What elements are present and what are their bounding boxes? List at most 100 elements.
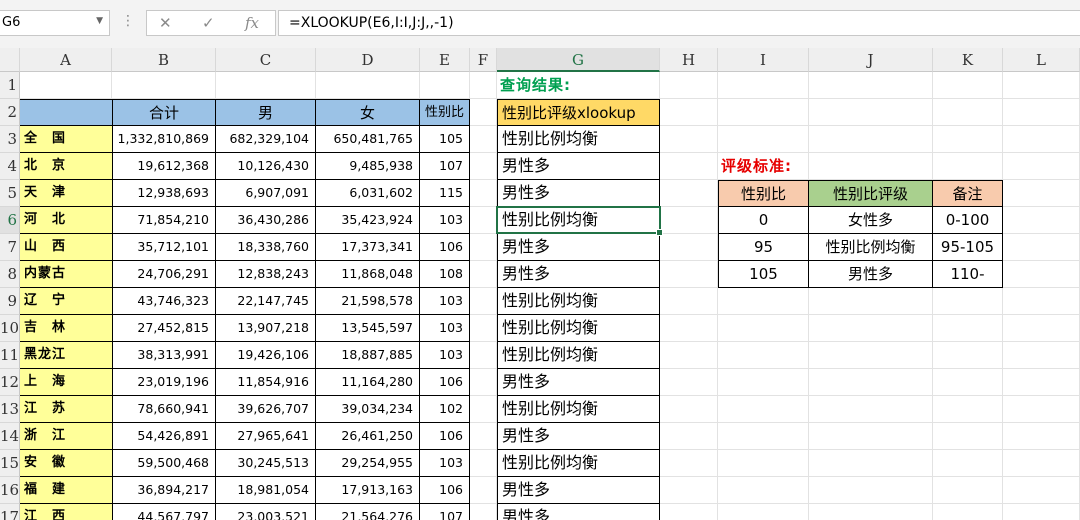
criteria-cell[interactable]: 110- xyxy=(933,261,1003,288)
criteria-header[interactable]: 备注 xyxy=(933,180,1003,207)
query-result-value[interactable]: 男性多 xyxy=(497,477,660,504)
fx-icon[interactable]: fx xyxy=(245,14,259,32)
header-province[interactable] xyxy=(20,99,113,126)
province-name[interactable]: 北 京 xyxy=(20,153,113,180)
female-value[interactable]: 26,461,250 xyxy=(316,423,420,450)
chevron-down-icon[interactable]: ▼ xyxy=(96,16,103,26)
row-header-11[interactable]: 11 xyxy=(0,342,20,369)
total-value[interactable]: 38,313,991 xyxy=(112,342,216,369)
female-value[interactable]: 13,545,597 xyxy=(316,315,420,342)
criteria-header[interactable]: 性别比 xyxy=(718,180,809,207)
province-name[interactable]: 上 海 xyxy=(20,369,113,396)
column-header-a[interactable]: A xyxy=(20,48,112,72)
total-value[interactable]: 43,746,323 xyxy=(112,288,216,315)
ratio-value[interactable]: 107 xyxy=(420,504,470,520)
column-header-c[interactable]: C xyxy=(216,48,316,72)
query-result-value[interactable]: 性别比例均衡 xyxy=(497,288,660,315)
ratio-value[interactable]: 106 xyxy=(420,423,470,450)
female-value[interactable]: 6,031,602 xyxy=(316,180,420,207)
criteria-cell[interactable]: 0 xyxy=(718,207,809,234)
province-name[interactable]: 黑龙江 xyxy=(20,342,113,369)
row-header-10[interactable]: 10 xyxy=(0,315,20,342)
criteria-cell[interactable]: 女性多 xyxy=(809,207,933,234)
male-value[interactable]: 22,147,745 xyxy=(216,288,316,315)
total-value[interactable]: 71,854,210 xyxy=(112,207,216,234)
column-header-h[interactable]: H xyxy=(660,48,718,72)
total-value[interactable]: 19,612,368 xyxy=(112,153,216,180)
total-value[interactable]: 78,660,941 xyxy=(112,396,216,423)
ratio-value[interactable]: 106 xyxy=(420,234,470,261)
male-value[interactable]: 18,338,760 xyxy=(216,234,316,261)
male-value[interactable]: 6,907,091 xyxy=(216,180,316,207)
header-ratio[interactable]: 性别比 xyxy=(420,99,470,126)
column-header-i[interactable]: I xyxy=(718,48,809,72)
query-result-value[interactable]: 男性多 xyxy=(497,504,660,520)
column-header-b[interactable]: B xyxy=(112,48,216,72)
query-result-value[interactable]: 性别比例均衡 xyxy=(497,315,660,342)
cancel-icon[interactable]: ✕ xyxy=(159,14,172,32)
row-header-4[interactable]: 4 xyxy=(0,153,20,180)
province-name[interactable]: 河 北 xyxy=(20,207,113,234)
province-name[interactable]: 江 苏 xyxy=(20,396,113,423)
female-value[interactable]: 29,254,955 xyxy=(316,450,420,477)
female-value[interactable]: 35,423,924 xyxy=(316,207,420,234)
criteria-cell[interactable]: 105 xyxy=(718,261,809,288)
criteria-cell[interactable]: 0-100 xyxy=(933,207,1003,234)
female-value[interactable]: 21,564,276 xyxy=(316,504,420,520)
ratio-value[interactable]: 103 xyxy=(420,315,470,342)
total-value[interactable]: 1,332,810,869 xyxy=(112,126,216,153)
male-value[interactable]: 19,426,106 xyxy=(216,342,316,369)
total-value[interactable]: 27,452,815 xyxy=(112,315,216,342)
ratio-value[interactable]: 108 xyxy=(420,261,470,288)
query-result-value[interactable]: 男性多 xyxy=(497,261,660,288)
query-result-value[interactable]: 性别比例均衡 xyxy=(497,126,660,153)
query-result-value[interactable]: 男性多 xyxy=(497,369,660,396)
female-value[interactable]: 17,913,163 xyxy=(316,477,420,504)
ratio-value[interactable]: 107 xyxy=(420,153,470,180)
total-value[interactable]: 12,938,693 xyxy=(112,180,216,207)
total-value[interactable]: 24,706,291 xyxy=(112,261,216,288)
row-header-14[interactable]: 14 xyxy=(0,423,20,450)
ratio-value[interactable]: 106 xyxy=(420,369,470,396)
row-header-1[interactable]: 1 xyxy=(0,72,20,99)
female-value[interactable]: 9,485,938 xyxy=(316,153,420,180)
criteria-cell[interactable]: 男性多 xyxy=(809,261,933,288)
row-header-16[interactable]: 16 xyxy=(0,477,20,504)
ratio-value[interactable]: 106 xyxy=(420,477,470,504)
row-header-15[interactable]: 15 xyxy=(0,450,20,477)
total-value[interactable]: 35,712,101 xyxy=(112,234,216,261)
criteria-cell[interactable]: 95 xyxy=(718,234,809,261)
column-header-l[interactable]: L xyxy=(1003,48,1080,72)
ratio-value[interactable]: 103 xyxy=(420,450,470,477)
spreadsheet-grid[interactable]: A B C D E F G H I J K L 1 2 3 4 5 6 7 8 9 10 11 12 13 14 15 16 17 查询结… xyxy=(0,48,1080,520)
name-box[interactable]: G6 ▼ xyxy=(0,10,110,36)
row-header-9[interactable]: 9 xyxy=(0,288,20,315)
province-name[interactable]: 全 国 xyxy=(20,126,113,153)
row-header-3[interactable]: 3 xyxy=(0,126,20,153)
male-value[interactable]: 39,626,707 xyxy=(216,396,316,423)
male-value[interactable]: 23,003,521 xyxy=(216,504,316,520)
query-result-value[interactable]: 性别比例均衡 xyxy=(497,342,660,369)
header-male[interactable]: 男 xyxy=(216,99,316,126)
female-value[interactable]: 21,598,578 xyxy=(316,288,420,315)
ratio-value[interactable]: 105 xyxy=(420,126,470,153)
province-name[interactable]: 浙 江 xyxy=(20,423,113,450)
query-result-value[interactable]: 男性多 xyxy=(497,180,660,207)
female-value[interactable]: 11,164,280 xyxy=(316,369,420,396)
select-all-corner[interactable] xyxy=(0,48,20,72)
female-value[interactable]: 17,373,341 xyxy=(316,234,420,261)
province-name[interactable]: 吉 林 xyxy=(20,315,113,342)
query-result-value[interactable]: 男性多 xyxy=(497,423,660,450)
row-header-8[interactable]: 8 xyxy=(0,261,20,288)
total-value[interactable]: 54,426,891 xyxy=(112,423,216,450)
criteria-header[interactable]: 性别比评级 xyxy=(809,180,933,207)
female-value[interactable]: 650,481,765 xyxy=(316,126,420,153)
row-header-7[interactable]: 7 xyxy=(0,234,20,261)
criteria-cell[interactable]: 性别比例均衡 xyxy=(809,234,933,261)
province-name[interactable]: 天 津 xyxy=(20,180,113,207)
row-header-2[interactable]: 2 xyxy=(0,99,20,126)
header-total[interactable]: 合计 xyxy=(112,99,216,126)
query-result-value[interactable]: 性别比例均衡 xyxy=(497,207,660,234)
province-name[interactable]: 江 西 xyxy=(20,504,113,520)
query-result-value[interactable]: 性别比例均衡 xyxy=(497,450,660,477)
